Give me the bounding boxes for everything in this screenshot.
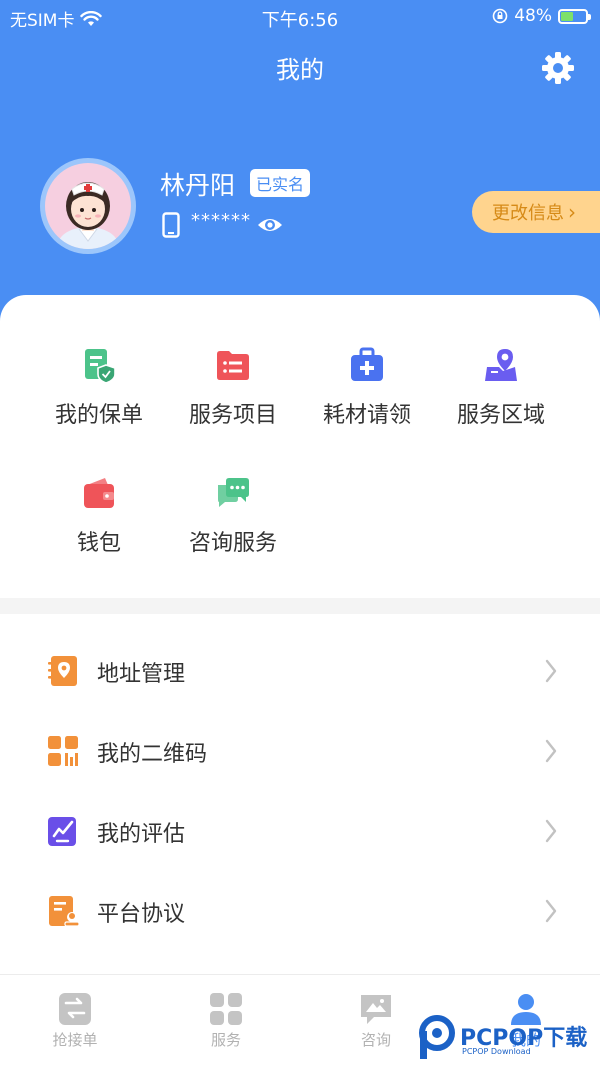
chevron-right-icon xyxy=(545,739,557,763)
menu-item-label: 平台协议 xyxy=(97,902,186,927)
grid-item-label: 耗材请领 xyxy=(322,403,411,428)
grid-item-wallet[interactable]: 钱包 xyxy=(32,473,166,557)
grid-item-consult[interactable]: 咨询服务 xyxy=(166,473,300,557)
assessment-icon xyxy=(48,817,76,846)
grab-order-icon xyxy=(59,993,91,1025)
grid-item-label: 服务区域 xyxy=(456,403,545,428)
medical-kit-icon xyxy=(351,347,383,381)
menu-item-qr-code[interactable]: 我的二维码 xyxy=(0,710,600,790)
menu-item-label: 我的评估 xyxy=(97,822,186,847)
battery-fill xyxy=(561,11,573,21)
status-right: 48% xyxy=(492,6,591,26)
phone-icon xyxy=(162,212,180,238)
qr-code-icon xyxy=(48,736,78,766)
agreement-icon xyxy=(49,896,80,927)
menu-item-label: 地址管理 xyxy=(97,662,186,687)
menu-item-assessment[interactable]: 我的评估 xyxy=(0,790,600,870)
wallet-icon xyxy=(84,478,114,508)
service-grid-icon xyxy=(210,993,242,1025)
chevron-right-icon xyxy=(545,819,557,843)
user-name: 林丹阳 xyxy=(160,171,236,200)
policy-icon xyxy=(85,349,116,384)
grid-item-label: 我的保单 xyxy=(54,403,143,428)
edit-info-label: 更改信息 xyxy=(492,203,564,224)
menu-item-label: 我的二维码 xyxy=(97,742,208,767)
battery-icon xyxy=(558,8,591,24)
menu-item-address[interactable]: 地址管理 xyxy=(0,630,600,710)
chat-icon xyxy=(218,478,249,507)
edit-info-button[interactable]: 更改信息 › xyxy=(472,191,600,233)
nurse-avatar-image xyxy=(45,163,131,249)
service-folder-icon xyxy=(217,351,249,380)
grid-item-label: 钱包 xyxy=(76,531,121,556)
tab-label: 抢接单 xyxy=(52,1031,98,1049)
chevron-right-icon: › xyxy=(568,200,576,224)
status-bar: 无SIM卡 下午6:56 48% xyxy=(0,0,600,34)
grid-item-label: 服务项目 xyxy=(188,403,277,428)
pcpop-logo-icon xyxy=(419,1015,455,1059)
avatar[interactable] xyxy=(40,158,136,254)
watermark-logo: PCPOP下载 PCPOP Download xyxy=(414,1012,600,1067)
menu-item-agreement[interactable]: 平台协议 xyxy=(0,870,600,950)
gear-icon[interactable] xyxy=(540,50,576,86)
map-pin-icon xyxy=(485,349,517,381)
page-title: 我的 xyxy=(276,56,324,84)
verified-badge: 已实名 xyxy=(250,169,311,197)
grid-item-services[interactable]: 服务项目 xyxy=(166,345,300,429)
address-book-icon xyxy=(48,656,77,686)
chevron-right-icon xyxy=(545,659,557,683)
tab-label: 咨询 xyxy=(360,1031,391,1049)
grid-item-service-area[interactable]: 服务区域 xyxy=(434,345,568,429)
chevron-right-icon xyxy=(545,899,557,923)
grid-item-supplies[interactable]: 耗材请领 xyxy=(300,345,434,429)
grid-item-policy[interactable]: 我的保单 xyxy=(32,345,166,429)
tab-label: 服务 xyxy=(210,1031,241,1049)
eye-icon[interactable] xyxy=(256,214,284,236)
tab-consult[interactable]: 咨询 xyxy=(326,991,426,1050)
grid-item-label: 咨询服务 xyxy=(188,531,277,556)
phone-number-masked: ****** xyxy=(191,210,251,231)
tab-services[interactable]: 服务 xyxy=(176,991,276,1050)
orientation-lock-icon xyxy=(492,8,508,24)
tab-grab-order[interactable]: 抢接单 xyxy=(25,991,125,1050)
battery-percent: 48% xyxy=(514,6,552,26)
watermark-subtext: PCPOP Download xyxy=(462,1047,531,1056)
section-divider xyxy=(0,598,600,614)
consult-icon xyxy=(361,995,391,1024)
quick-actions-card: 我的保单 服务项目 耗材请领 服务区域 钱包 咨询服务 xyxy=(0,295,600,600)
